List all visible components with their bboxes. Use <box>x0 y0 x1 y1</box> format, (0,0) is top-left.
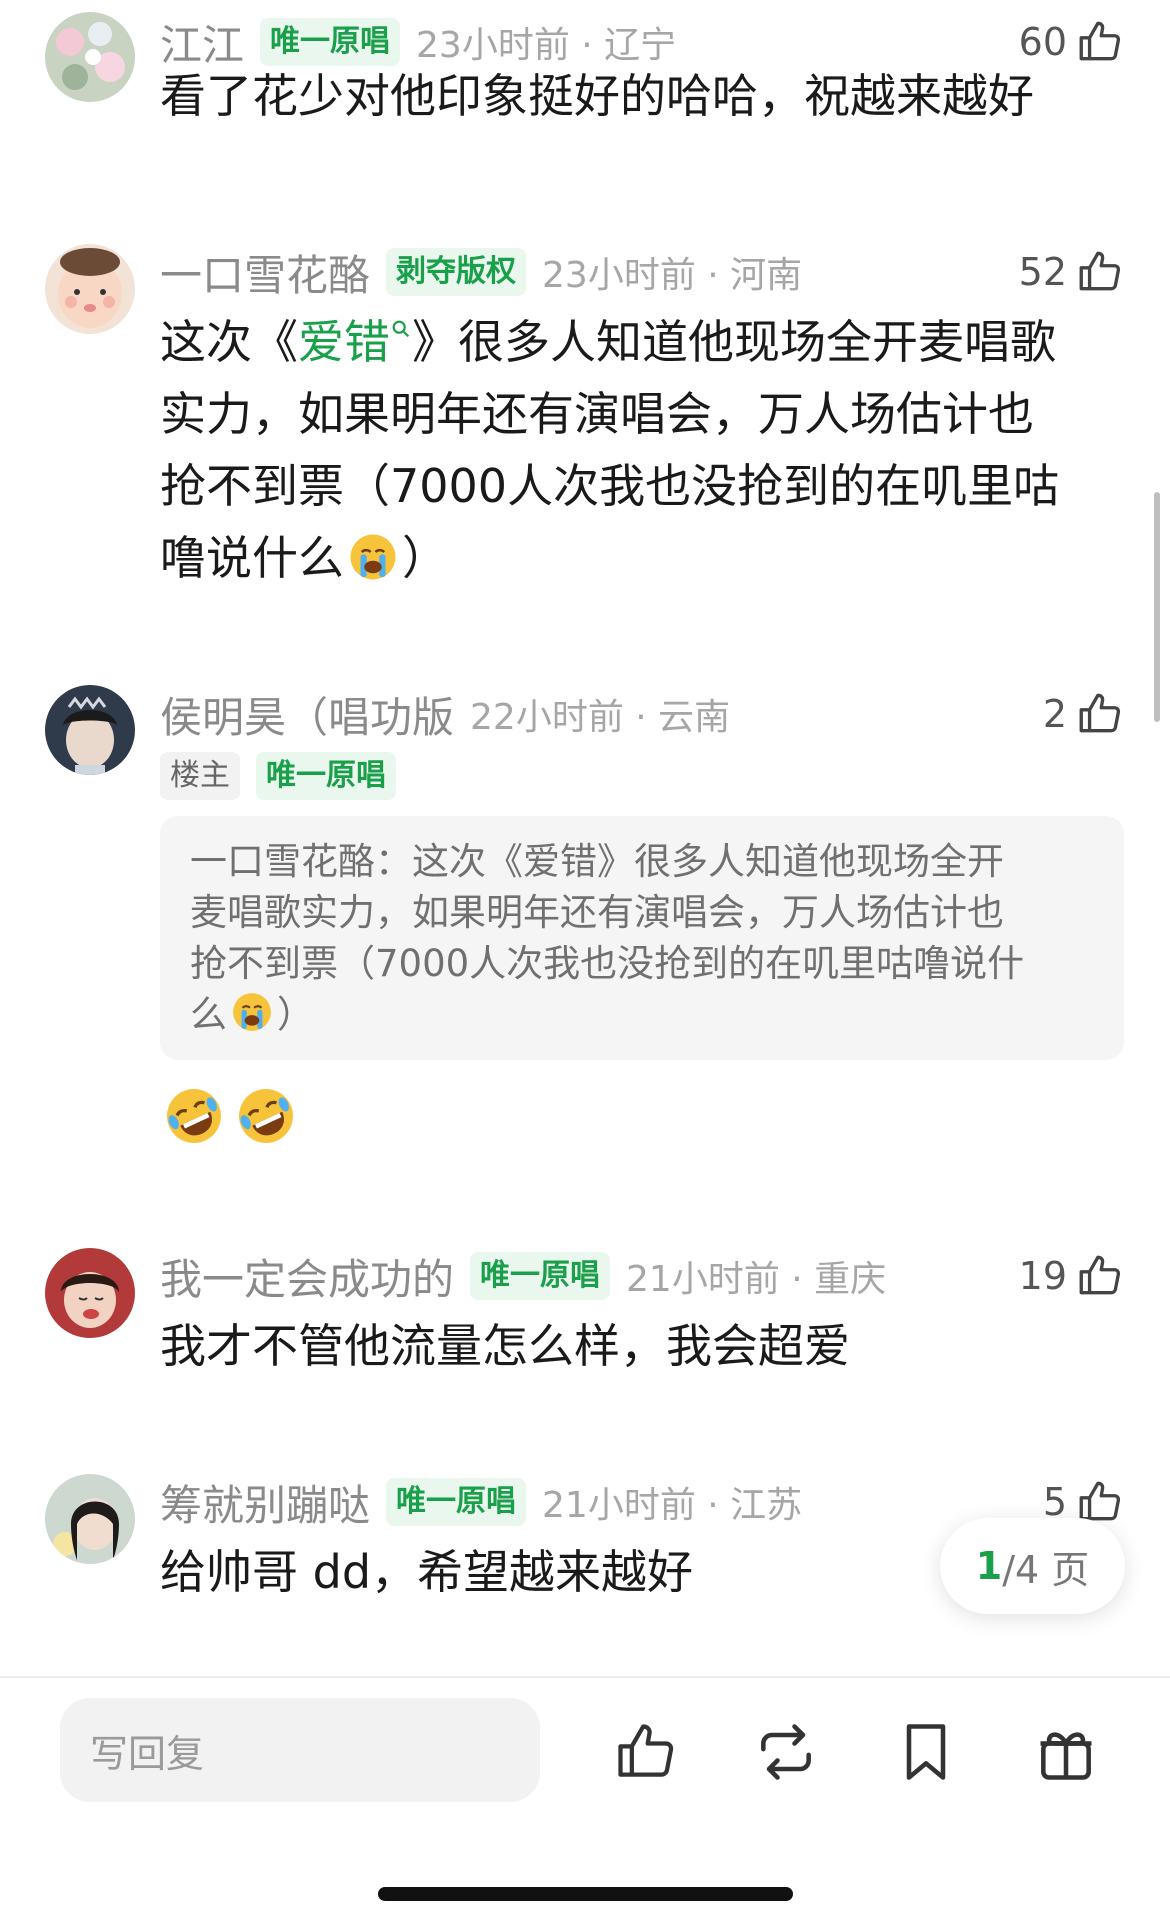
loudly-crying-face-icon <box>233 993 271 1031</box>
divider <box>0 1676 1170 1678</box>
avatar[interactable] <box>45 1248 135 1338</box>
rolling-on-floor-laughing-icon <box>239 1089 293 1143</box>
timestamp-location: 23小时前 · 河南 <box>542 255 803 296</box>
thumbs-up-icon <box>1079 251 1121 291</box>
avatar[interactable] <box>45 244 135 334</box>
page-indicator[interactable]: 1/4 页 <box>940 1518 1125 1614</box>
text-segment: 抢不到票（7000人次我也没抢到的在叽里咕 <box>160 459 1060 513</box>
badge: 唯一原唱 <box>260 18 401 66</box>
avatar[interactable] <box>45 685 135 775</box>
thumbs-up-icon <box>1079 1255 1121 1295</box>
comment-text: 这次《爱错 》很多人知道他现场全开麦唱歌 实力，如果明年还有演唱会，万人场估计也 … <box>160 306 1120 594</box>
text-segment: 实力，如果明年还有演唱会，万人场估计也 <box>160 387 1034 441</box>
username[interactable]: 侯明昊（唱功版 <box>160 684 454 745</box>
avatar[interactable] <box>45 12 135 102</box>
quote-line: 麦唱歌实力，如果明年还有演唱会，万人场估计也 <box>190 891 1004 934</box>
badge: 唯一原唱 <box>470 1252 611 1300</box>
quote-line: ） <box>277 993 314 1036</box>
quote-line: 一口雪花酪：这次《爱错》很多人知道他现场全开 <box>190 840 1004 883</box>
rolling-on-floor-laughing-icon <box>167 1089 221 1143</box>
username[interactable]: 一口雪花酪 <box>160 242 370 303</box>
search-icon[interactable] <box>390 318 412 340</box>
comment-text: 看了花少对他印象挺好的哈哈，祝越来越好 <box>160 69 1034 123</box>
text-segment: 这次《 <box>160 315 298 369</box>
scrollbar[interactable] <box>1154 492 1160 722</box>
like-button[interactable]: 2 <box>1043 686 1125 742</box>
comment-text: 我才不管他流量怎么样，我会超爱 <box>160 1319 850 1373</box>
like-button[interactable]: 52 <box>1019 244 1125 300</box>
search-link[interactable]: 爱错 <box>298 315 390 369</box>
reply-placeholder: 写回复 <box>90 1731 205 1776</box>
text-segment: 噜说什么 <box>160 531 344 585</box>
quote-line: 抢不到票（7000人次我也没抢到的在叽里咕噜说什 <box>190 942 1025 985</box>
current-page: 1 <box>975 1544 1003 1588</box>
username[interactable]: 筹就别蹦哒 <box>160 1472 370 1533</box>
quoted-comment[interactable]: 一口雪花酪：这次《爱错》很多人知道他现场全开 麦唱歌实力，如果明年还有演唱会，万… <box>160 816 1124 1060</box>
quote-line: 么 <box>190 993 227 1036</box>
like-count: 60 <box>1018 20 1067 64</box>
comment-text <box>160 1086 1120 1158</box>
reply-input[interactable]: 写回复 <box>60 1698 540 1802</box>
text-segment: ） <box>402 531 448 585</box>
like-button[interactable]: 19 <box>1019 1248 1125 1304</box>
bookmark-icon[interactable] <box>892 1718 960 1786</box>
timestamp-location: 21小时前 · 重庆 <box>626 1259 887 1300</box>
op-badge: 楼主 <box>160 752 240 800</box>
username[interactable]: 我一定会成功的 <box>160 1246 454 1307</box>
text-segment: 》很多人知道他现场全开麦唱歌 <box>412 315 1056 369</box>
gift-icon[interactable] <box>1032 1718 1100 1786</box>
badge: 唯一原唱 <box>256 752 396 800</box>
like-count: 52 <box>1018 250 1067 294</box>
loudly-crying-face-icon <box>350 534 396 580</box>
timestamp-location: 21小时前 · 江苏 <box>542 1485 803 1526</box>
like-count: 2 <box>1042 692 1067 736</box>
badge: 唯一原唱 <box>386 1478 527 1526</box>
like-count: 19 <box>1018 1254 1067 1298</box>
thumbs-up-icon <box>1079 693 1121 733</box>
repost-icon[interactable] <box>752 1718 820 1786</box>
home-indicator[interactable] <box>378 1887 793 1901</box>
avatar[interactable] <box>45 1474 135 1564</box>
thumbs-up-icon[interactable] <box>612 1718 680 1786</box>
page-total: /4 页 <box>1002 1547 1090 1592</box>
badge: 剥夺版权 <box>386 248 527 296</box>
timestamp-location: 22小时前 · 云南 <box>470 697 731 738</box>
